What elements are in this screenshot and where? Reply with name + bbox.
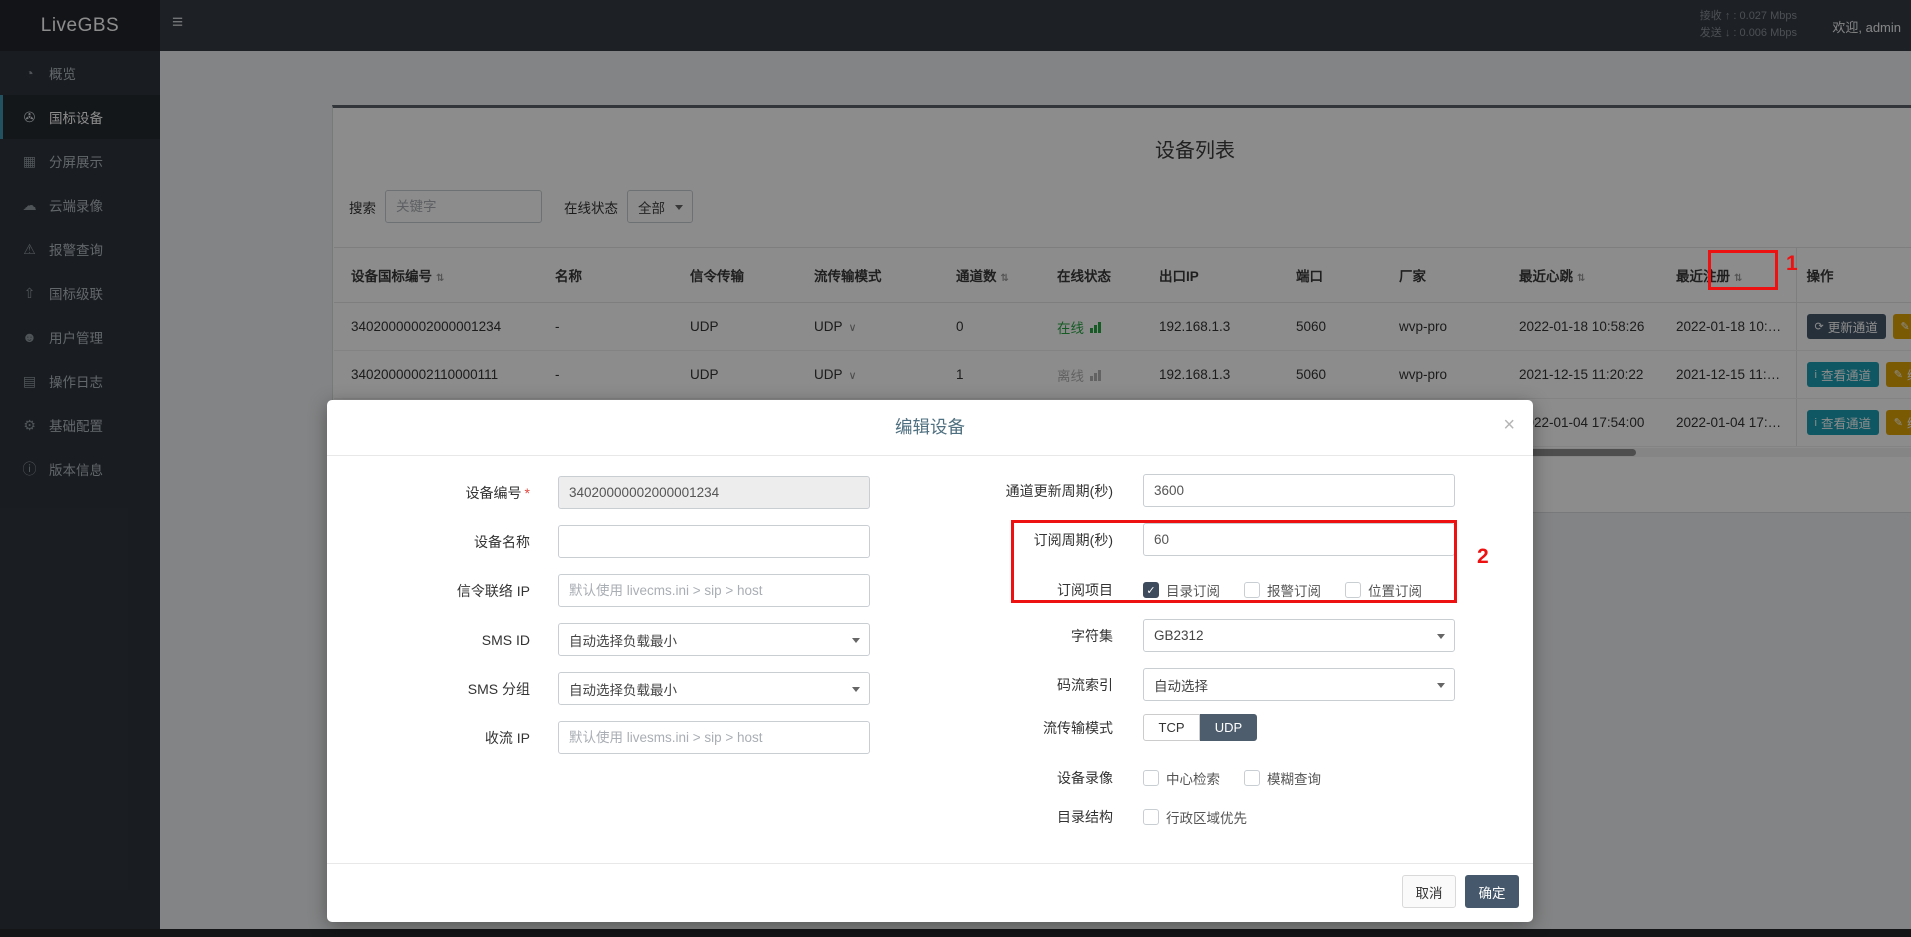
- center-search-option[interactable]: 中心检索: [1143, 768, 1220, 788]
- sms-id-select[interactable]: 自动选择负载最小: [558, 623, 870, 656]
- annotation-box-1: [1708, 250, 1778, 290]
- sms-group-select[interactable]: 自动选择负载最小: [558, 672, 870, 705]
- sms-id-label: SMS ID: [327, 632, 530, 648]
- sms-group-label: SMS 分组: [327, 679, 530, 699]
- field-sip-ip: 信令联络 IP: [327, 574, 870, 607]
- stream-index-select[interactable]: 自动选择: [1143, 668, 1455, 701]
- close-icon[interactable]: ×: [1503, 414, 1515, 437]
- field-stream-mode: 流传输模式 TCP UDP: [927, 714, 1257, 741]
- admin-region-priority-option[interactable]: 行政区域优先: [1143, 807, 1247, 827]
- device-id-input: [558, 476, 870, 509]
- modal-footer-divider: [327, 863, 1533, 864]
- field-stream-index: 码流索引 自动选择: [927, 668, 1455, 701]
- field-sms-id: SMS ID 自动选择负载最小: [327, 623, 870, 656]
- required-mark: *: [525, 485, 530, 501]
- field-recv-ip: 收流 IP: [327, 721, 870, 754]
- stream-mode-label: 流传输模式: [927, 718, 1113, 738]
- field-device-record: 设备录像 中心检索 模糊查询: [927, 768, 1455, 788]
- fuzzy-query-option[interactable]: 模糊查询: [1244, 768, 1321, 788]
- modal-header-divider: [327, 455, 1533, 456]
- udp-toggle-button[interactable]: UDP: [1200, 714, 1257, 741]
- annotation-number-2: 2: [1477, 545, 1489, 569]
- recv-ip-input[interactable]: [558, 721, 870, 754]
- device-id-label: 设备编号: [466, 485, 522, 501]
- charset-label: 字符集: [927, 626, 1113, 646]
- checkbox-unchecked[interactable]: [1143, 770, 1159, 786]
- checkbox-unchecked[interactable]: [1244, 770, 1260, 786]
- screen: LiveGBS ≡ 接收 ↑ : 0.027 Mbps 发送 ↓ : 0.006…: [0, 0, 1911, 937]
- field-charset: 字符集 GB2312: [927, 619, 1455, 652]
- dir-structure-label: 目录结构: [927, 807, 1113, 827]
- field-sms-group: SMS 分组 自动选择负载最小: [327, 672, 870, 705]
- checkbox-unchecked[interactable]: [1143, 809, 1159, 825]
- edit-device-modal: 编辑设备 × 设备编号* 设备名称 信令联络 IP SMS ID 自动选择负载最…: [327, 400, 1533, 922]
- device-name-input[interactable]: [558, 525, 870, 558]
- cancel-button[interactable]: 取消: [1402, 875, 1456, 908]
- charset-select[interactable]: GB2312: [1143, 619, 1455, 652]
- annotation-box-2: [1011, 520, 1457, 603]
- sip-ip-label: 信令联络 IP: [327, 581, 530, 601]
- device-name-label: 设备名称: [327, 532, 530, 552]
- confirm-button[interactable]: 确定: [1465, 875, 1519, 908]
- field-device-name: 设备名称: [327, 525, 870, 558]
- device-record-label: 设备录像: [927, 768, 1113, 788]
- annotation-number-1: 1: [1786, 252, 1798, 276]
- channel-refresh-input[interactable]: [1143, 474, 1455, 507]
- field-channel-refresh: 通道更新周期(秒): [927, 474, 1455, 507]
- tcp-toggle-button[interactable]: TCP: [1143, 714, 1200, 741]
- field-dir-structure: 目录结构 行政区域优先: [927, 807, 1455, 827]
- modal-title: 编辑设备: [327, 400, 1533, 455]
- field-device-id: 设备编号*: [327, 476, 870, 509]
- recv-ip-label: 收流 IP: [327, 728, 530, 748]
- sip-ip-input[interactable]: [558, 574, 870, 607]
- channel-refresh-label: 通道更新周期(秒): [927, 481, 1113, 501]
- stream-index-label: 码流索引: [927, 675, 1113, 695]
